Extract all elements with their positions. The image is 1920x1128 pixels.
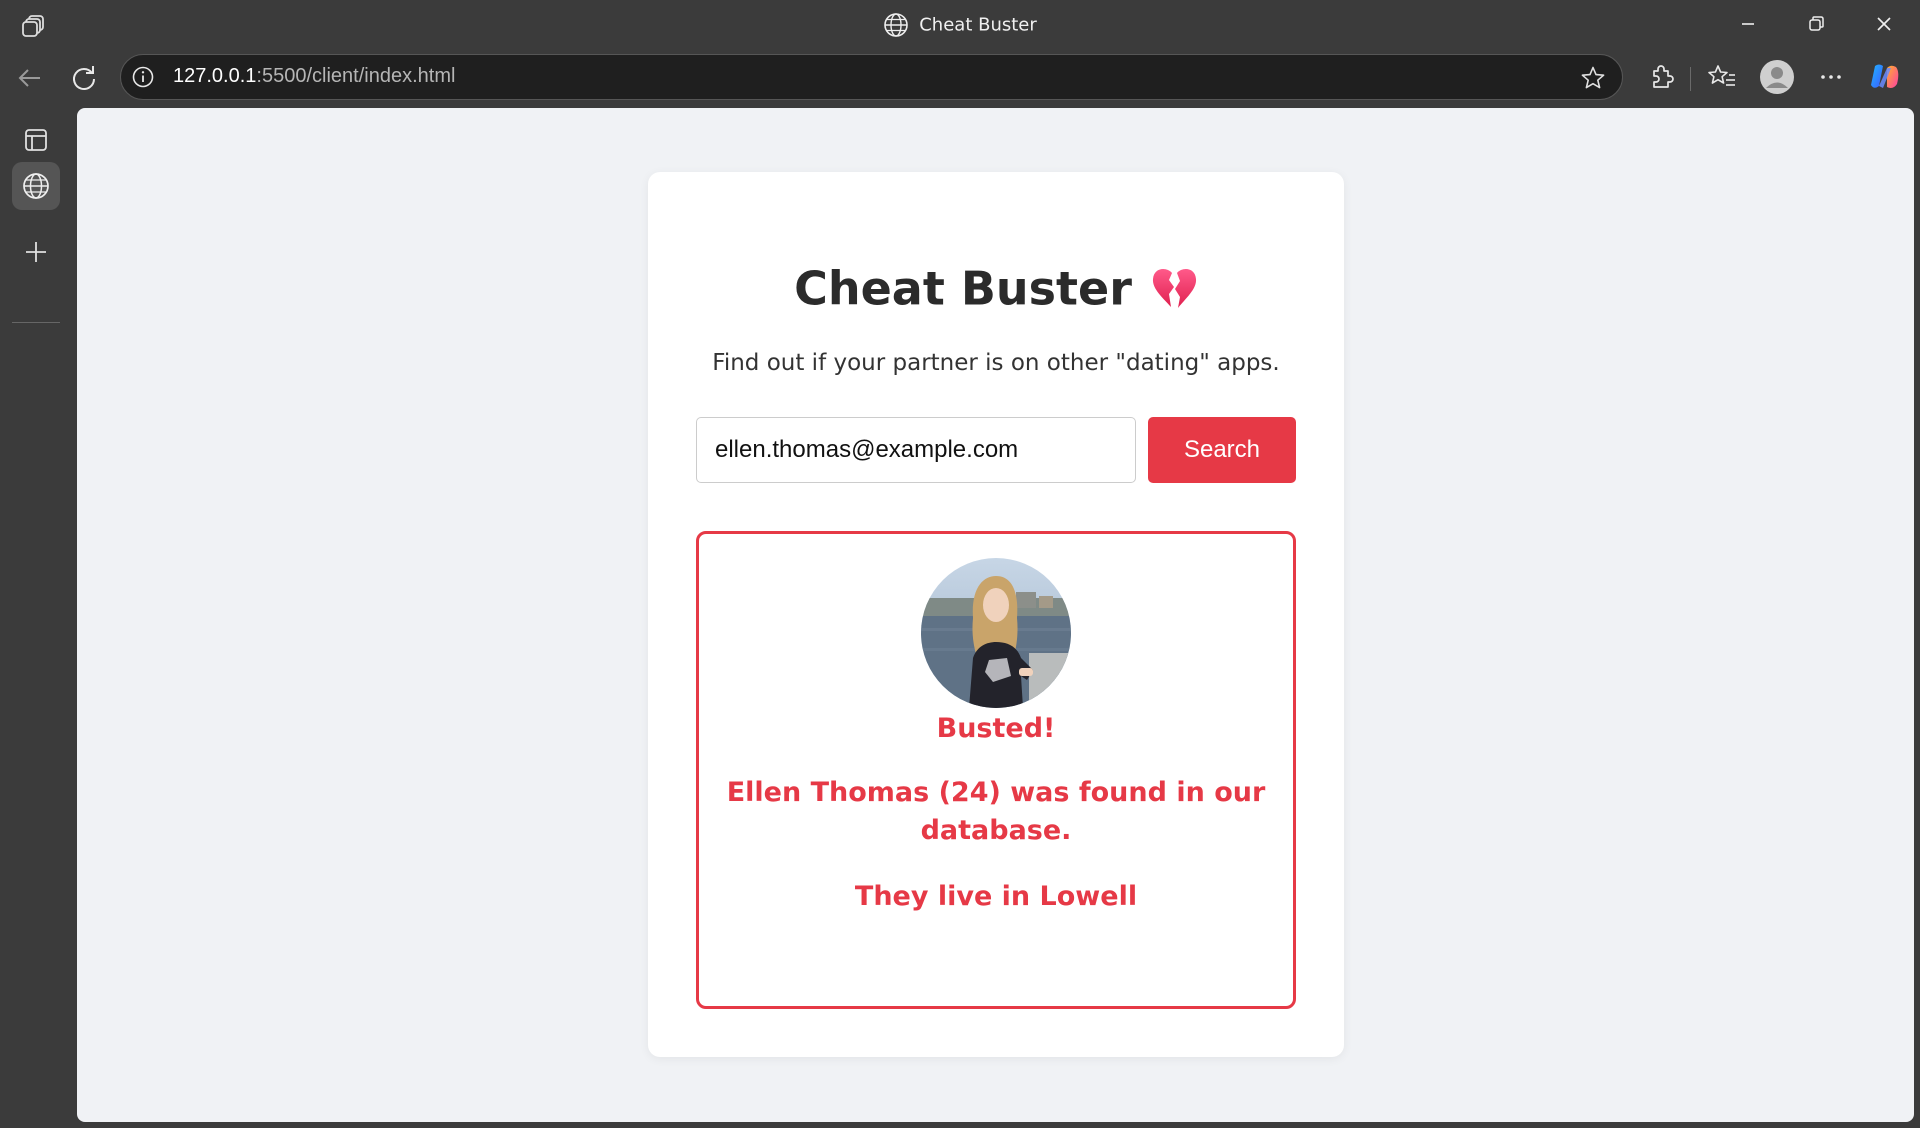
profile-photo-image [921,558,1071,708]
main-card: Cheat Buster Find out if your partner is… [648,172,1344,1057]
window-title-text: Cheat Buster [919,14,1037,36]
extensions-icon[interactable] [1644,60,1678,94]
refresh-icon[interactable] [66,60,102,96]
page-subtitle: Find out if your partner is on other "da… [712,350,1280,376]
favorite-star-icon[interactable] [1580,65,1606,91]
result-found-details: (24) was found in our database. [920,777,1266,846]
close-icon[interactable] [1864,8,1904,40]
window-title: Cheat Buster [0,12,1920,38]
globe-icon [884,13,909,37]
result-found-text: Ellen Thomas (24) was found in our datab… [719,774,1273,850]
result-status: Busted! [936,713,1056,744]
title-bar: Cheat Buster [0,0,1920,50]
page-title: Cheat Buster [648,258,1344,316]
profile-avatar-icon[interactable] [1758,58,1796,96]
result-location: They live in Lowell [854,881,1138,912]
tab-actions-icon[interactable] [12,116,60,164]
globe-icon [23,173,49,199]
url-path: :5500/client/index.html [256,65,456,87]
page-title-text: Cheat Buster [794,261,1132,316]
site-info-icon[interactable] [131,65,155,89]
url-text[interactable]: 127.0.0.1:5500/client/index.html [173,65,455,88]
address-bar[interactable]: 127.0.0.1:5500/client/index.html [120,54,1623,100]
broken-heart-icon [1152,268,1196,308]
back-icon[interactable] [12,60,48,96]
profile-photo [921,558,1071,708]
page-viewport: Cheat Buster Find out if your partner is… [77,108,1914,1122]
sidebar-tab-cheat-buster[interactable] [12,162,60,210]
new-tab-plus-icon[interactable] [12,228,60,276]
restore-icon[interactable] [1796,8,1836,40]
email-search-input[interactable] [696,417,1136,483]
minimize-icon[interactable] [1728,8,1768,40]
more-options-icon[interactable] [1814,60,1848,94]
toolbar-separator [1690,67,1691,91]
favorites-icon[interactable] [1705,60,1739,94]
result-name: Ellen Thomas [726,777,930,808]
browser-sidebar [0,106,77,1128]
browser-toolbar: 127.0.0.1:5500/client/index.html [0,50,1920,106]
search-button[interactable]: Search [1148,417,1296,483]
result-box: Busted! Ellen Thomas (24) was found in o… [696,531,1296,1009]
copilot-icon[interactable] [1866,58,1904,96]
sidebar-divider [12,322,60,323]
url-host: 127.0.0.1 [173,65,257,87]
